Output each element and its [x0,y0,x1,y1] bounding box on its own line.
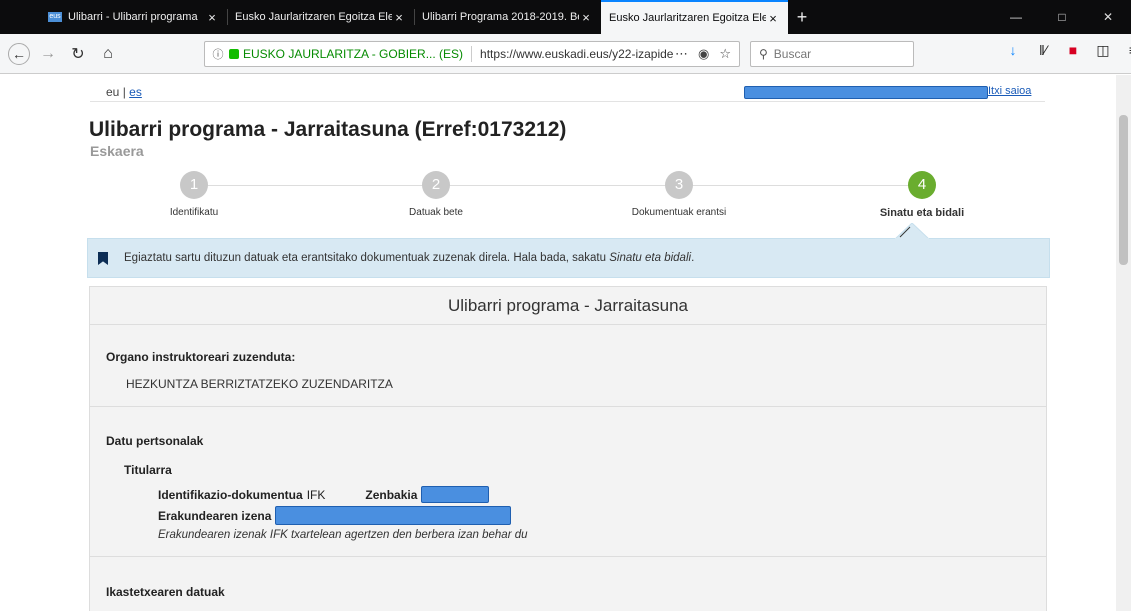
pocket-icon[interactable]: ◉ [698,46,709,62]
url-text[interactable]: https://www.euskadi.eus/y22-izapide [480,47,675,61]
tab-title: Eusko Jaurlaritzaren Egoitza Elektro [235,11,392,23]
alert-text: Egiaztatu sartu dituzun datuak eta erant… [124,252,694,264]
tab-title: Eusko Jaurlaritzaren Egoitza Elektro [609,12,766,24]
sidebar-icon[interactable]: ◫ [1094,42,1112,59]
redacted-user-name [744,86,988,99]
school-data-section: Ikastetxearen datuak [90,557,1046,611]
tab-strip-spacer [0,0,40,34]
pdf-extension-icon[interactable]: ■ [1064,42,1082,59]
url-separator [471,46,473,62]
page-actions: ⋯ ◉ ☆ [675,46,731,62]
page-title: Ulibarri programa - Jarraitasuna (Erref:… [89,118,567,141]
erakunde-hint: Erakundearen izenak IFK txartelean agert… [158,529,528,541]
step-identifikatu: 1 Identifikatu [114,171,274,218]
back-arrow-icon[interactable]: ← [8,42,30,65]
alert-emphasis: Sinatu eta bidali [609,252,692,264]
new-tab-button[interactable]: + [788,0,816,34]
page-scrollbar[interactable] [1116,75,1131,611]
lang-separator: | [122,85,126,99]
redacted-erakunde-name [275,506,512,525]
step-number: 3 [665,171,693,199]
step-number: 2 [422,171,450,199]
doc-type-value: IFK [306,487,326,502]
maximize-icon[interactable]: □ [1039,0,1085,34]
page-subtitle: Eskaera [90,143,144,159]
download-icon[interactable]: ↓ [1004,42,1022,59]
search-placeholder: Buscar [773,47,812,61]
step-sinatu-eta-bidali: 4 Sinatu eta bidali [842,171,1002,219]
language-switcher: eu | es [106,85,142,99]
organo-label: Organo instruktoreari zuzenduta: [106,350,296,364]
bookmark-icon [98,252,108,265]
step-datuak-bete: 2 Datuak bete [356,171,516,218]
forward-arrow-icon[interactable]: → [36,42,60,66]
personal-data-section: Datu pertsonalak Titularra Identifikazio… [90,407,1046,557]
page-top-bar: eu | es Itxi saioa [90,75,1045,102]
info-alert: Egiaztatu sartu dituzun datuak eta erant… [87,238,1050,278]
browser-tab-3[interactable]: Ulibarri Programa 2018-2019. Berriz × [414,0,601,34]
page-actions-menu-icon[interactable]: ⋯ [675,46,688,62]
redacted-zenbakia [421,486,490,503]
minimize-icon[interactable]: — [993,0,1039,34]
step-label: Dokumentuak erantsi [631,207,727,218]
browser-tab-4-active[interactable]: Eusko Jaurlaritzaren Egoitza Elektro × [601,0,788,34]
page-viewport: eu | es Itxi saioa Ulibarri programa - J… [0,75,1116,611]
tab-title: Ulibarri Programa 2018-2019. Berriz [422,11,579,23]
erakunde-label: Erakundearen izena [158,508,272,523]
tab-close-icon[interactable]: × [392,10,406,25]
active-step-pointer [895,223,929,239]
site-favicon-icon: eus [48,12,62,22]
reload-icon[interactable]: ↻ [66,42,90,66]
browser-tab-2[interactable]: Eusko Jaurlaritzaren Egoitza Elektro × [227,0,414,34]
summary-panel: Ulibarri programa - Jarraitasuna Organo … [89,286,1047,611]
toolbar-icons: ↓ ‖⁄ ■ ◫ ≡ [1004,42,1131,59]
bookmark-star-icon[interactable]: ☆ [719,46,731,62]
doc-type-label: Identifikazio-dokumentua [158,487,303,502]
address-bar[interactable]: ⓘ EUSKO JAURLARITZA - GOBIER... (ES) htt… [204,41,740,67]
step-label: Sinatu eta bidali [879,207,965,219]
menu-icon[interactable]: ≡ [1124,42,1131,59]
home-icon[interactable]: ⌂ [96,42,120,66]
document-row: Identifikazio-dokumentua IFK Zenbakia [158,486,490,503]
logout-link[interactable]: Itxi saioa [988,85,1031,97]
tab-close-icon[interactable]: × [766,11,780,26]
alert-message: Egiaztatu sartu dituzun datuak eta erant… [124,252,610,264]
titularra-label: Titularra [124,463,172,477]
zenbakia-label: Zenbakia [365,487,418,502]
step-label: Identifikatu [169,207,219,218]
search-box[interactable]: ⚲ Buscar [750,41,914,67]
site-identity[interactable]: EUSKO JAURLARITZA - GOBIER... (ES) [243,47,463,61]
lang-eu: eu [106,85,120,99]
organo-value: HEZKUNTZA BERRIZTATZEKO ZUZENDARITZA [126,377,393,391]
stepper-line [194,185,922,186]
organo-section: Organo instruktoreari zuzenduta: HEZKUNT… [90,325,1046,407]
school-data-label: Ikastetxearen datuak [106,585,225,599]
tab-strip: eus Ulibarri - Ulibarri programa × Eusko… [0,0,1131,34]
scrollbar-thumb[interactable] [1119,115,1128,265]
lock-icon [229,49,239,59]
library-icon[interactable]: ‖⁄ [1034,42,1052,59]
close-window-icon[interactable]: ✕ [1085,0,1131,34]
navigation-bar: ← → ↻ ⌂ ⓘ EUSKO JAURLARITZA - GOBIER... … [0,34,1131,74]
tab-title: Ulibarri - Ulibarri programa [68,11,198,23]
step-number: 4 [908,171,936,199]
step-label: Datuak bete [409,207,463,218]
tab-close-icon[interactable]: × [205,10,219,25]
personal-data-label: Datu pertsonalak [106,434,204,448]
step-dokumentuak-erantsi: 3 Dokumentuak erantsi [599,171,759,218]
panel-title: Ulibarri programa - Jarraitasuna [90,287,1046,325]
alert-end: . [691,252,695,264]
step-number: 1 [180,171,208,199]
info-icon[interactable]: ⓘ [209,46,227,62]
lang-es-link[interactable]: es [129,85,142,99]
browser-tab-1[interactable]: eus Ulibarri - Ulibarri programa × [40,0,227,34]
organization-row: Erakundearen izena [158,506,512,525]
tab-close-icon[interactable]: × [579,10,593,25]
window-controls: — □ ✕ [993,0,1131,34]
search-icon: ⚲ [759,47,768,61]
